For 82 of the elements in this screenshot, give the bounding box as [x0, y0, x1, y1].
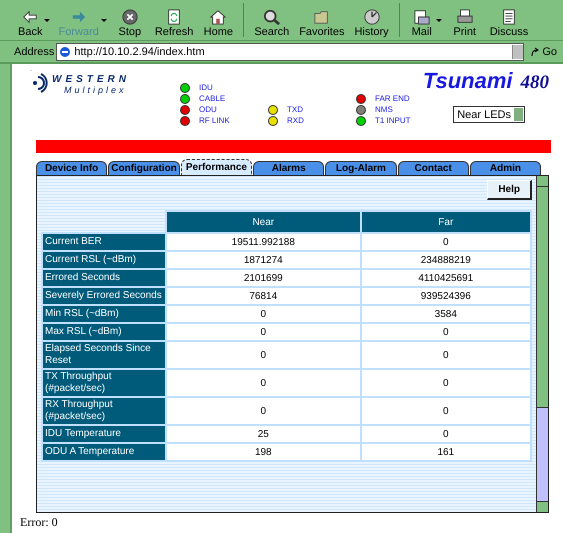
- led-label: T1 INPUT: [375, 116, 411, 125]
- page-icon: [59, 46, 72, 58]
- table-cell: 0: [360, 341, 531, 369]
- help-button[interactable]: Help: [487, 180, 532, 200]
- tab[interactable]: Admin: [470, 161, 542, 175]
- table-cell: 939524396: [360, 287, 531, 305]
- status-text: Error: 0: [20, 514, 59, 530]
- table-cell: 0: [166, 369, 361, 397]
- table-cell: 0: [360, 323, 531, 341]
- row-label: TX Throughput (#packet/sec): [42, 369, 166, 397]
- toolbar-button[interactable]: Stop: [110, 7, 149, 40]
- column-header: Near: [166, 211, 361, 233]
- toolbar-button[interactable]: Refresh: [150, 7, 198, 40]
- led-label: RF LINK: [199, 116, 230, 125]
- toolbar-button[interactable]: Print: [446, 7, 484, 40]
- go-arrow-icon: [530, 46, 540, 56]
- table-cell: 19511.992188: [166, 233, 361, 251]
- product-model: 480: [520, 72, 549, 94]
- row-label: RX Throughput (#packet/sec): [42, 397, 166, 425]
- toolbar-button[interactable]: Home: [199, 7, 238, 40]
- row-label: IDU Temperature: [42, 425, 166, 443]
- tab[interactable]: Performance: [180, 159, 252, 175]
- back-arrow-icon: [21, 9, 40, 25]
- led-label: TXD: [287, 105, 303, 114]
- table-cell: 0: [166, 397, 361, 425]
- logo-subtext: Multiplex: [63, 85, 128, 95]
- row-label: ODU A Temperature: [42, 443, 166, 461]
- tab[interactable]: Alarms: [253, 161, 324, 175]
- table-cell: 0: [360, 397, 531, 425]
- stop-icon: [120, 9, 139, 25]
- table-cell: 76814: [166, 287, 361, 305]
- table-cell: 1871274: [166, 251, 361, 269]
- table-cell: 161: [360, 443, 531, 461]
- row-label: Severely Errored Seconds: [42, 287, 166, 305]
- toolbar-button[interactable]: Favorites: [295, 7, 348, 40]
- address-field[interactable]: http://10.10.2.94/index.htm: [56, 42, 524, 60]
- row-label: Min RSL (~dBm): [42, 305, 166, 323]
- folder-icon: [312, 9, 331, 25]
- toolbar-button[interactable]: Search: [250, 7, 294, 40]
- led-label: IDU: [199, 83, 213, 92]
- led-label: ODU: [199, 105, 217, 114]
- tab[interactable]: Device Info: [36, 161, 108, 175]
- table-cell: 198: [166, 443, 361, 461]
- home-icon: [209, 9, 228, 25]
- row-label: Current RSL (~dBm): [42, 251, 166, 269]
- row-label: Max RSL (~dBm): [42, 323, 166, 341]
- row-label: Current BER: [42, 233, 166, 251]
- search-icon: [262, 9, 281, 25]
- address-label: Address: [14, 46, 54, 58]
- table-cell: 234888219: [360, 251, 531, 269]
- table-cell: 2101699: [166, 269, 361, 287]
- clock-icon: [362, 9, 381, 25]
- product-name: Tsunami: [422, 68, 512, 94]
- row-label: Elapsed Seconds Since Reset: [42, 341, 166, 369]
- logo-text: WESTERN: [52, 74, 130, 85]
- toolbar-button[interactable]: History: [350, 7, 393, 40]
- mail-icon: [412, 9, 431, 25]
- table-cell: 0: [166, 341, 361, 369]
- toolbar-button[interactable]: Mail: [406, 7, 444, 40]
- table-cell: 0: [360, 425, 531, 443]
- led-label: FAR END: [375, 94, 410, 103]
- tab[interactable]: Configuration: [108, 161, 180, 175]
- led-label: CABLE: [199, 94, 226, 103]
- tab[interactable]: Contact: [398, 161, 469, 175]
- toolbar-button[interactable]: Discuss: [486, 7, 532, 40]
- row-label: Errored Seconds: [42, 269, 166, 287]
- printer-icon: [456, 9, 474, 25]
- table-cell: 25: [166, 425, 361, 443]
- column-header: Far: [360, 211, 531, 233]
- led-label: NMS: [375, 105, 393, 114]
- table-cell: 0: [166, 305, 361, 323]
- toolbar-button[interactable]: Back: [14, 7, 52, 40]
- table-cell: 0: [360, 369, 531, 397]
- led-label: RXD: [287, 116, 304, 125]
- table-cell: 3584: [360, 305, 531, 323]
- led-select[interactable]: Near LEDs: [453, 106, 525, 123]
- go-button[interactable]: Go: [526, 46, 561, 58]
- table-cell: 0: [166, 323, 361, 341]
- scrollbar[interactable]: [536, 176, 548, 512]
- table-cell: 0: [360, 233, 531, 251]
- table-cell: 4110425691: [360, 269, 531, 287]
- tab[interactable]: Log-Alarm: [325, 161, 397, 175]
